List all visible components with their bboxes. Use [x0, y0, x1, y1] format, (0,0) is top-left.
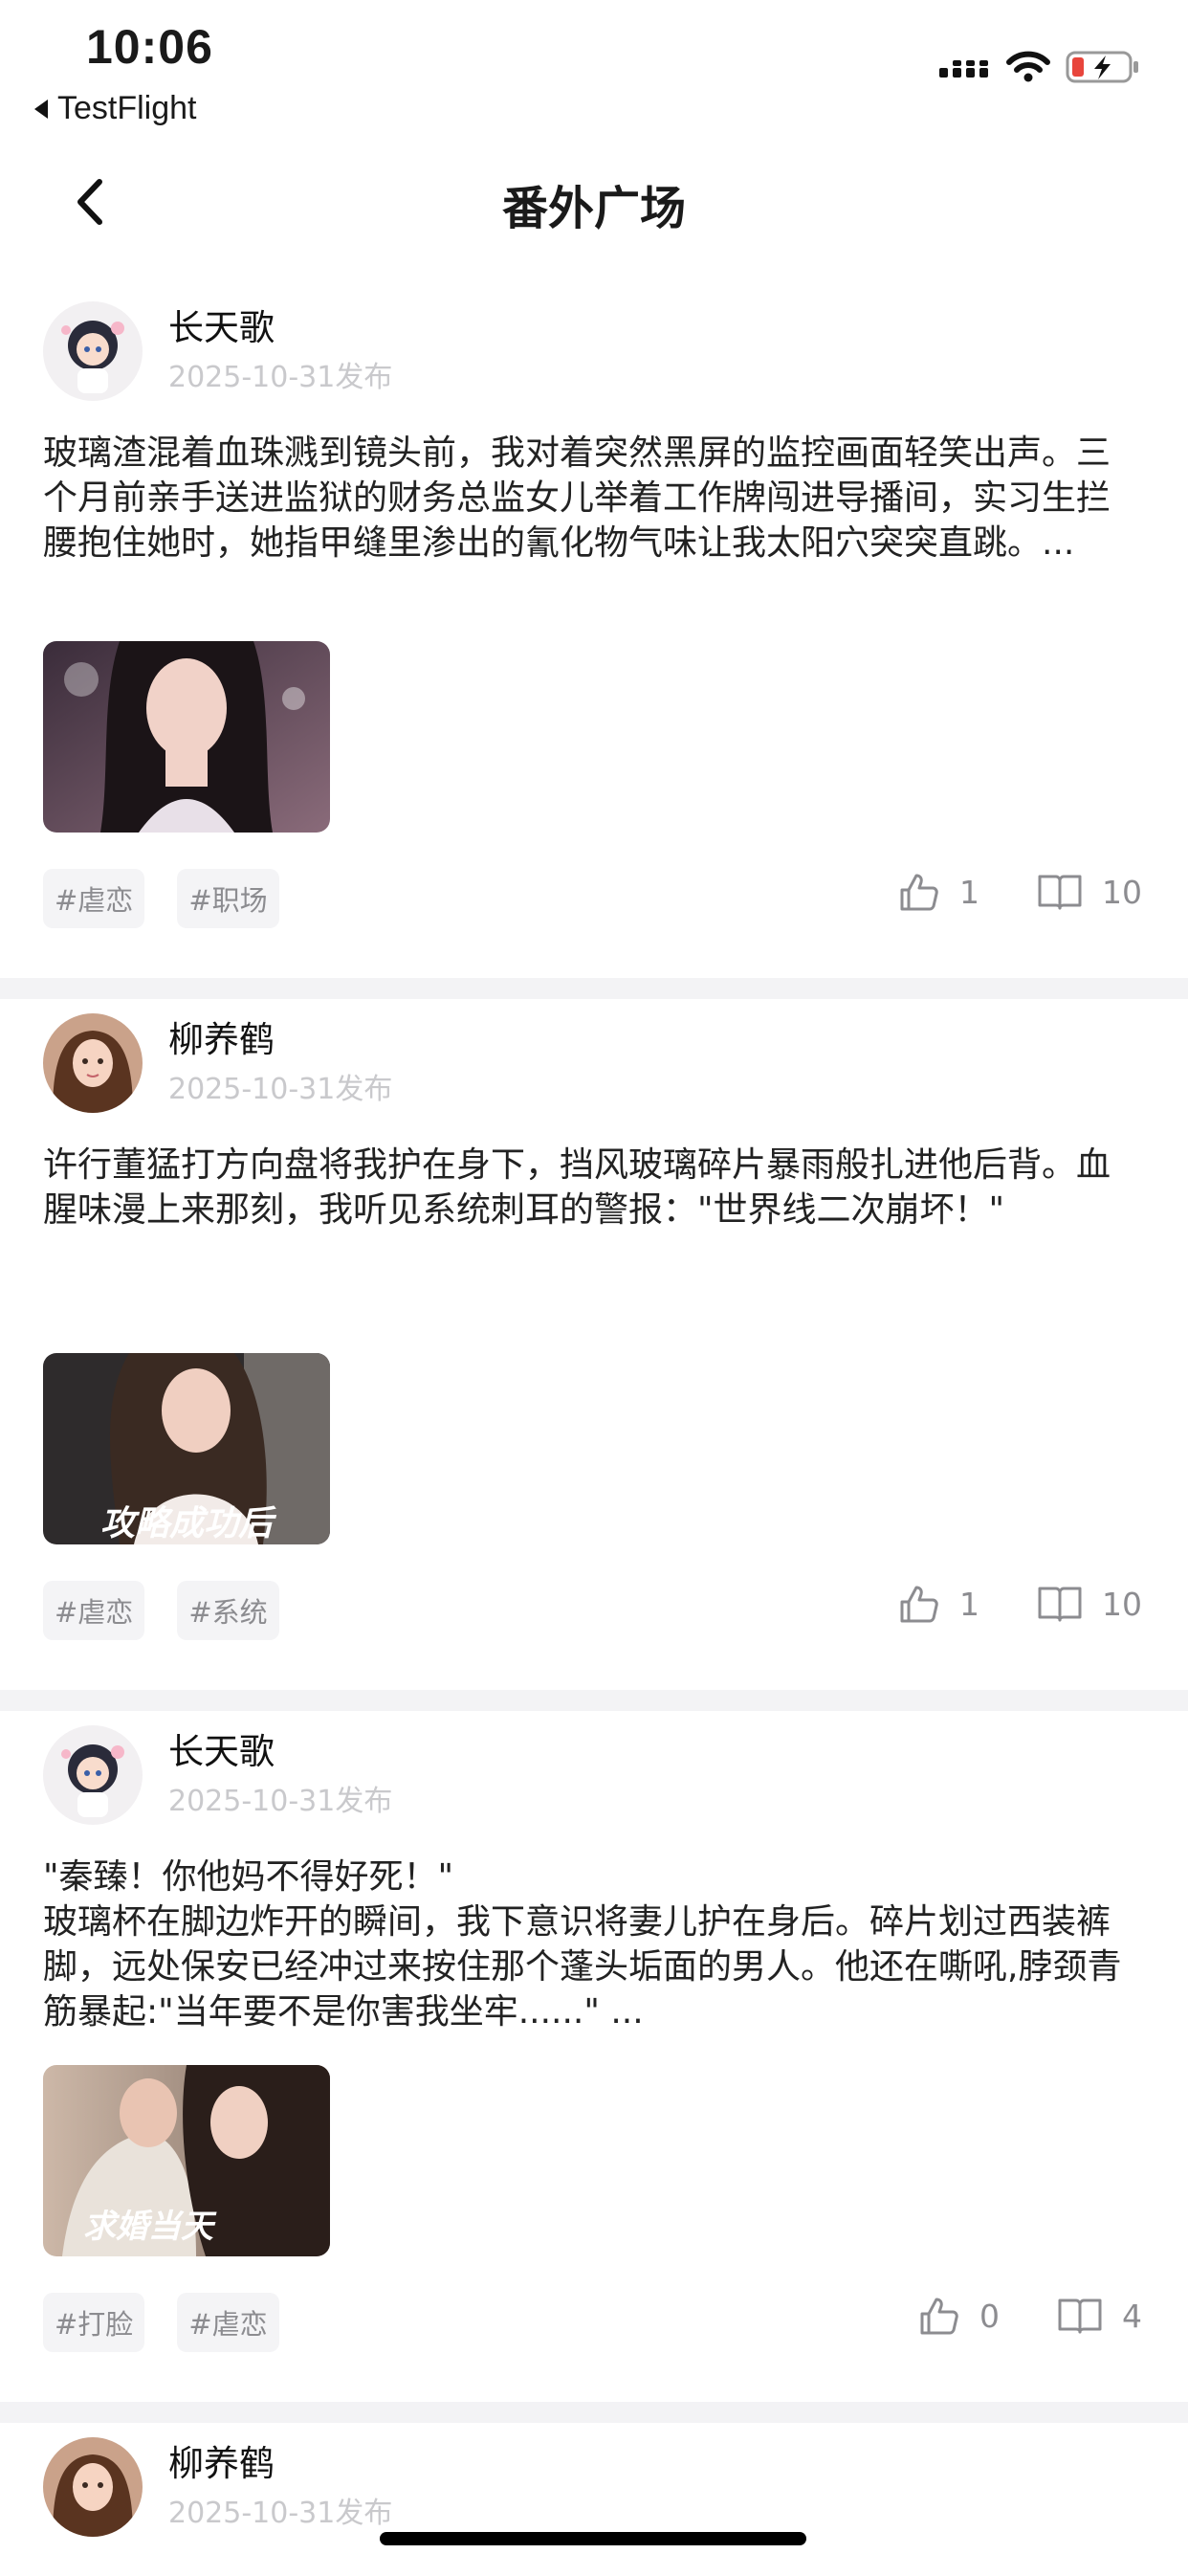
read-count: 10: [1102, 873, 1142, 911]
book-icon: [1038, 875, 1082, 910]
divider: [0, 2402, 1188, 2423]
post-card[interactable]: 长天歌 2025-10-31发布 "秦臻！你他妈不得好死！" 玻璃杯在脚边炸开的…: [0, 1711, 1188, 2402]
nav-bar: 番外广场: [0, 144, 1188, 258]
back-app-label: TestFlight: [57, 90, 197, 126]
post-date: 2025-10-31发布: [168, 2497, 393, 2530]
back-triangle-icon: [34, 99, 48, 119]
post-content[interactable]: 许行董猛打方向盘将我护在身下，挡风玻璃碎片暴雨般扎进他后背。血腥味漫上来那刻，我…: [43, 1143, 1143, 1232]
read-stat[interactable]: 10: [1037, 1585, 1142, 1623]
like-count: 0: [979, 2297, 1000, 2335]
author-name[interactable]: 柳养鹤: [168, 1019, 392, 1061]
avatar[interactable]: [43, 2437, 143, 2537]
like-count: 1: [959, 873, 979, 911]
post-content[interactable]: "秦臻！你他妈不得好死！" 玻璃杯在脚边炸开的瞬间，我下意识将妻儿护在身后。碎片…: [43, 1854, 1143, 2034]
like-count: 1: [959, 1585, 979, 1623]
post-date: 2025-10-31发布: [168, 1073, 393, 1106]
author-name[interactable]: 柳养鹤: [168, 2443, 392, 2485]
post-stats: 1 10: [898, 871, 1142, 913]
avatar[interactable]: [43, 1725, 143, 1825]
cover-image[interactable]: [43, 641, 330, 833]
book-icon: [1058, 2298, 1102, 2334]
tag[interactable]: #虐恋: [43, 1581, 145, 1640]
post-date: 2025-10-31发布: [168, 1785, 393, 1818]
post-card[interactable]: 柳养鹤 2025-10-31发布: [0, 2423, 1188, 2576]
post-card[interactable]: 柳养鹤 2025-10-31发布 许行董猛打方向盘将我护在身下，挡风玻璃碎片暴雨…: [0, 999, 1188, 1690]
page-title: 番外广场: [501, 182, 686, 235]
divider: [0, 978, 1188, 999]
cover-image[interactable]: 求婚当天: [43, 2065, 330, 2256]
read-stat[interactable]: 4: [1057, 2297, 1142, 2335]
post-header: 长天歌 2025-10-31发布: [43, 1725, 392, 1825]
cellular-signal-icon: [939, 60, 988, 78]
cover-image[interactable]: 攻略成功后: [43, 1353, 330, 1544]
like-stat[interactable]: 1: [898, 871, 979, 913]
author-name[interactable]: 长天歌: [168, 307, 392, 349]
tag[interactable]: #打脸: [43, 2293, 145, 2352]
tag[interactable]: #职场: [177, 869, 279, 928]
status-icons: [939, 50, 1140, 84]
status-time: 10:06: [86, 20, 213, 74]
avatar[interactable]: [43, 301, 143, 401]
wifi-icon: [1006, 51, 1050, 82]
thumbs-up-icon: [900, 1586, 938, 1623]
post-card[interactable]: 长天歌 2025-10-31发布 玻璃渣混着血珠溅到镜头前，我对着突然黑屏的监控…: [0, 287, 1188, 978]
status-bar: 10:06 TestFlight: [0, 0, 1188, 134]
battery-charging-icon: [1066, 51, 1138, 83]
avatar[interactable]: [43, 1013, 143, 1113]
thumbs-up-icon: [900, 874, 938, 911]
read-count: 10: [1102, 1585, 1142, 1623]
cover-title: 攻略成功后: [100, 1503, 277, 1543]
book-icon: [1038, 1587, 1082, 1622]
home-indicator: [380, 2532, 806, 2545]
post-header: 柳养鹤 2025-10-31发布: [43, 1013, 392, 1113]
thumbs-up-icon: [920, 2298, 958, 2335]
post-stats: 0 4: [918, 2295, 1142, 2337]
read-count: 4: [1122, 2297, 1142, 2335]
cover-title: 求婚当天: [83, 2208, 217, 2246]
back-to-testflight[interactable]: TestFlight: [34, 90, 197, 127]
tag[interactable]: #系统: [177, 1581, 279, 1640]
divider: [0, 1690, 1188, 1711]
like-stat[interactable]: 1: [898, 1583, 979, 1625]
tag[interactable]: #虐恋: [177, 2293, 279, 2352]
post-stats: 1 10: [898, 1583, 1142, 1625]
tag-list: #虐恋 #系统: [43, 1581, 279, 1640]
tag-list: #打脸 #虐恋: [43, 2293, 279, 2352]
author-name[interactable]: 长天歌: [168, 1731, 392, 1773]
feed-list: 长天歌 2025-10-31发布 玻璃渣混着血珠溅到镜头前，我对着突然黑屏的监控…: [0, 287, 1188, 2576]
post-header: 长天歌 2025-10-31发布: [43, 301, 392, 401]
read-stat[interactable]: 10: [1037, 873, 1142, 911]
tag-list: #虐恋 #职场: [43, 869, 279, 928]
tag[interactable]: #虐恋: [43, 869, 145, 928]
post-date: 2025-10-31发布: [168, 361, 393, 394]
post-header: 柳养鹤 2025-10-31发布: [43, 2437, 392, 2537]
like-stat[interactable]: 0: [918, 2295, 1000, 2337]
post-content[interactable]: 玻璃渣混着血珠溅到镜头前，我对着突然黑屏的监控画面轻笑出声。三个月前亲手送进监狱…: [43, 431, 1143, 566]
